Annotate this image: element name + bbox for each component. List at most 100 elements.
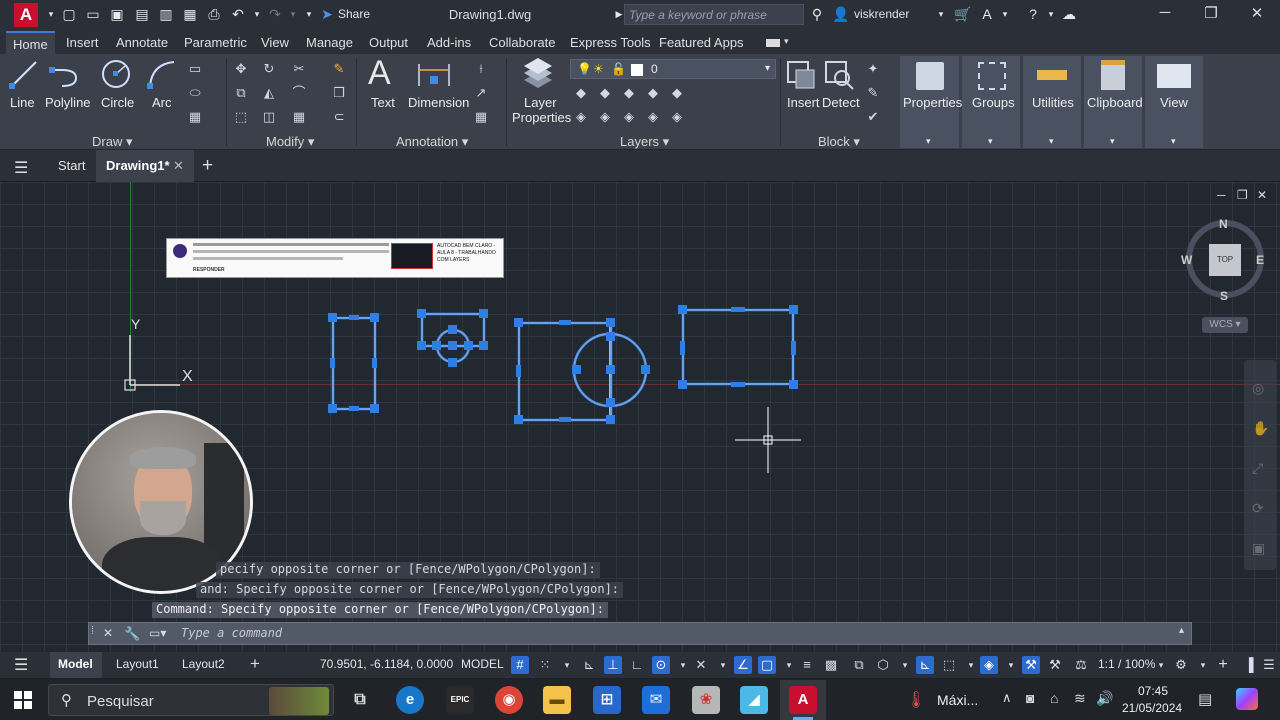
erase-icon[interactable]: ✎ — [330, 60, 348, 78]
notifications-icon[interactable]: ▤ — [1198, 690, 1212, 708]
save-as-icon[interactable]: ▤ — [133, 5, 151, 23]
drawing-area[interactable]: ─ ❐ ✕ TOP N S E W WCS ▾ ◎ ✋ ⤢ ⟳ ▣ Y X RE… — [0, 182, 1280, 652]
ribbon-toggle-icon[interactable] — [766, 39, 780, 47]
layer-tool-7-icon[interactable]: ◈ — [596, 108, 614, 126]
draw-panel-title[interactable]: Draw ▾ — [92, 134, 132, 150]
tab-drawing-active[interactable]: Drawing1* ✕ — [96, 150, 194, 182]
layer-tool-2-icon[interactable]: ◆ — [596, 84, 614, 102]
tab-annotate[interactable]: Annotate — [116, 35, 168, 50]
block-attributes-icon[interactable]: ✔ — [864, 108, 882, 126]
layer-properties-icon[interactable] — [520, 58, 556, 92]
undo-dropdown-icon[interactable]: ▾ — [248, 5, 266, 23]
show-hidden-icons[interactable]: ∧ — [1002, 690, 1012, 706]
clock-date[interactable]: 21/05/2024 — [1122, 701, 1182, 715]
snap-icon[interactable]: ⁙ — [536, 656, 554, 674]
weather-label[interactable]: Máxi... — [937, 692, 978, 708]
layer-dropdown[interactable]: 💡 ☀ 🔓 0 ▾ — [570, 59, 776, 79]
layer-label-1[interactable]: Layer — [524, 95, 557, 110]
annotation-scale-dropdown-icon[interactable]: ▾ — [1152, 656, 1170, 674]
redo-icon[interactable]: ↷ — [266, 5, 284, 23]
arc-button[interactable]: Arc — [152, 95, 172, 110]
maximize-button[interactable]: ❐ — [1200, 4, 1222, 24]
layer-tool-4-icon[interactable]: ◆ — [644, 84, 662, 102]
command-line[interactable]: ⁞ ✕ 🔧 ▭▾ Type a command ▴ — [88, 622, 1192, 645]
view-panel[interactable]: View ▾ — [1145, 56, 1203, 148]
trim-icon[interactable]: ✂ — [290, 60, 308, 78]
isolate-objects-icon[interactable]: ▐ — [1240, 656, 1258, 674]
pan-icon[interactable]: ✋ — [1252, 420, 1269, 437]
volume-icon[interactable]: 🔊 — [1096, 690, 1113, 707]
minimize-button[interactable]: ─ — [1154, 4, 1176, 24]
tab-featured-apps[interactable]: Featured Apps — [659, 35, 744, 50]
layer-tool-5-icon[interactable]: ◆ — [668, 84, 686, 102]
table-icon[interactable]: ▦ — [472, 108, 490, 126]
workspace-dropdown-icon[interactable]: ▾ — [1194, 656, 1212, 674]
table-draw-icon[interactable]: ▦ — [186, 108, 204, 126]
layers-panel-title[interactable]: Layers ▾ — [620, 134, 669, 150]
layer-tool-10-icon[interactable]: ◈ — [668, 108, 686, 126]
tab-add-ins[interactable]: Add-ins — [427, 35, 471, 50]
arc-icon[interactable] — [146, 58, 178, 90]
selection-cycling-icon[interactable]: ⧉ — [850, 656, 868, 674]
layer-tool-9-icon[interactable]: ◈ — [644, 108, 662, 126]
grid-icon[interactable]: # — [511, 656, 529, 674]
edit-block-icon[interactable]: ✎ — [864, 84, 882, 102]
tab-home[interactable]: Home — [6, 31, 55, 54]
showmotion-icon[interactable]: ▣ — [1252, 540, 1265, 557]
zoom-extents-icon[interactable]: ⤢ — [1252, 460, 1263, 477]
multileader-icon[interactable]: ⟊ — [472, 60, 490, 78]
customize-toolbar-icon[interactable]: ▾ — [300, 5, 318, 23]
selection-filter-dropdown-icon[interactable]: ▾ — [962, 656, 980, 674]
help-search-input[interactable]: Type a keyword or phrase — [624, 4, 804, 25]
object-snap-tracking-icon[interactable]: ∠ — [734, 656, 752, 674]
model-tab[interactable]: Model — [50, 652, 102, 678]
dynamic-input-icon[interactable]: ⊥ — [604, 656, 622, 674]
fillet-icon[interactable]: ⌒ — [290, 84, 308, 102]
circle-icon[interactable] — [100, 58, 132, 90]
command-recent-icon[interactable]: ▭▾ — [149, 626, 166, 640]
array-icon[interactable]: ▦ — [290, 108, 308, 126]
annotation-visibility-icon[interactable]: ⚒ — [1022, 656, 1040, 674]
scale-icon[interactable]: ◫ — [260, 108, 278, 126]
annotation-monitor-icon[interactable]: + — [1214, 656, 1232, 674]
customization-menu-icon[interactable]: ☰ — [1260, 656, 1278, 674]
open-from-web-icon[interactable]: ▥ — [157, 5, 175, 23]
block-panel-title[interactable]: Block ▾ — [818, 134, 860, 150]
isometric-icon[interactable]: ✕ — [692, 656, 710, 674]
utilities-panel[interactable]: Utilities ▾ — [1023, 56, 1081, 148]
copy-icon[interactable]: ⧉ — [232, 84, 250, 102]
modify-panel-title[interactable]: Modify ▾ — [266, 134, 314, 150]
orbit-icon[interactable]: ⟳ — [1252, 500, 1264, 517]
search-icon[interactable]: ⚲ — [808, 5, 826, 23]
text-icon[interactable]: A — [368, 54, 391, 93]
snap-dropdown-icon[interactable]: ▾ — [558, 656, 576, 674]
polar-tracking-icon[interactable]: ⊙ — [652, 656, 670, 674]
object-snap-icon[interactable]: ▢ — [758, 656, 776, 674]
a360-dropdown-icon[interactable]: ▾ — [996, 5, 1014, 23]
dimension-icon[interactable] — [416, 60, 452, 90]
annotation-scale-value[interactable]: 1:1 / 100% — [1098, 657, 1155, 671]
rectangle-4[interactable] — [682, 309, 794, 385]
rectangle-1[interactable] — [332, 317, 376, 410]
isometric-dropdown-icon[interactable]: ▾ — [714, 656, 732, 674]
tab-output[interactable]: Output — [369, 35, 408, 50]
file-explorer-icon[interactable]: ▬ — [543, 686, 571, 714]
hamburger-menu-icon[interactable]: ☰ — [14, 158, 28, 178]
circle-button[interactable]: Circle — [101, 95, 134, 110]
detect-icon[interactable] — [824, 60, 854, 90]
rectangle-icon[interactable]: ▭ — [186, 60, 204, 78]
undo-icon[interactable]: ↶ — [229, 5, 247, 23]
windows-start-icon[interactable] — [14, 691, 32, 709]
help-dropdown-icon[interactable]: ▾ — [1042, 5, 1060, 23]
line-button[interactable]: Line — [10, 95, 35, 110]
copilot-icon[interactable] — [1236, 688, 1258, 710]
gizmo-dropdown-icon[interactable]: ▾ — [1002, 656, 1020, 674]
steering-wheel-icon[interactable]: ◎ — [1252, 380, 1264, 397]
command-close-icon[interactable]: ✕ — [103, 626, 113, 640]
polar-dropdown-icon[interactable]: ▾ — [674, 656, 692, 674]
open-file-icon[interactable]: ▭ — [84, 5, 102, 23]
properties-panel[interactable]: Properties ▾ — [900, 56, 962, 148]
help-icon[interactable]: ? — [1024, 5, 1042, 23]
cloud-icon[interactable]: ☁ — [1060, 5, 1078, 23]
layout1-tab[interactable]: Layout1 — [116, 657, 159, 671]
